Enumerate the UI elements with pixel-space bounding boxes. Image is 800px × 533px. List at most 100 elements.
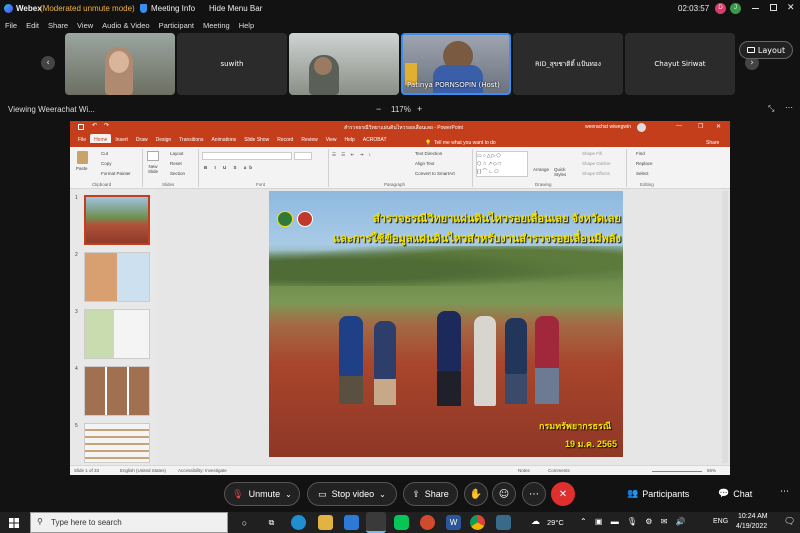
select-button[interactable]: Select xyxy=(636,171,649,176)
align-text-button[interactable]: Align Text xyxy=(415,161,434,166)
vertical-scrollbar[interactable] xyxy=(722,191,728,463)
reactions-button[interactable]: ☺ xyxy=(492,482,516,506)
ppt-tab-acrobat[interactable]: ACROBAT xyxy=(359,134,391,143)
participant-tile[interactable] xyxy=(65,33,175,95)
more-options-button[interactable]: ⋯ xyxy=(522,482,546,506)
comments-button[interactable]: Comments xyxy=(548,468,570,473)
windows-start-icon[interactable] xyxy=(9,518,19,528)
participant-tile[interactable]: suwith xyxy=(177,33,287,95)
menu-edit[interactable]: Edit xyxy=(26,21,39,30)
current-slide[interactable]: สำรวจธรณีวิทยาแผ่นดินไหวรอยเลื่อนเลย จัง… xyxy=(269,191,623,457)
layout-button[interactable]: Layout xyxy=(739,41,793,59)
file-explorer-icon[interactable] xyxy=(318,515,333,530)
mail-icon[interactable] xyxy=(344,515,359,530)
paste-icon[interactable] xyxy=(77,151,88,164)
chrome-icon[interactable] xyxy=(470,515,485,530)
user-avatar-icon[interactable]: D xyxy=(715,3,726,14)
task-view-icon[interactable]: ⧉ xyxy=(264,515,279,530)
slide-thumbnail-3[interactable] xyxy=(84,309,150,359)
tray-icons[interactable]: ⌃ ▣ ▬ 🎙 ⚙ ✉ 🔊 xyxy=(580,517,689,526)
chevron-down-icon[interactable]: ⌄ xyxy=(379,490,386,499)
participant-tile-active-speaker[interactable]: Patinya PORNSOPIN (Host) xyxy=(401,33,511,95)
font-size-dropdown[interactable] xyxy=(294,152,312,160)
replace-button[interactable]: Replace xyxy=(636,161,653,166)
minimize-icon[interactable] xyxy=(752,8,759,9)
restore-icon[interactable] xyxy=(770,4,777,11)
chevron-down-icon[interactable]: ⌄ xyxy=(285,490,292,499)
menu-meeting[interactable]: Meeting xyxy=(203,21,230,30)
language-status[interactable]: English (United States) xyxy=(120,468,166,473)
edge-icon[interactable] xyxy=(291,515,306,530)
close-icon[interactable]: ✕ xyxy=(787,2,795,13)
share-button[interactable]: ⇪ Share xyxy=(403,482,458,506)
text-direction-button[interactable]: Text Direction xyxy=(415,151,442,156)
menu-view[interactable]: View xyxy=(77,21,93,30)
shape-outline-button[interactable]: Shape Outline xyxy=(582,161,611,166)
annotate-icon[interactable]: ⤡ xyxy=(768,104,774,114)
leave-meeting-button[interactable]: ✕ xyxy=(551,482,575,506)
redo-icon[interactable]: ↷ xyxy=(104,122,109,129)
weather-temperature[interactable]: 29°C xyxy=(547,518,564,527)
word-icon[interactable]: W xyxy=(446,515,461,530)
slide-thumbnail-5[interactable] xyxy=(84,423,150,463)
user-avatar-icon[interactable]: J xyxy=(730,3,741,14)
ppt-tab-record[interactable]: Record xyxy=(273,134,297,143)
layout-dropdown[interactable]: Layout xyxy=(170,151,184,156)
webex-taskbar-icon[interactable] xyxy=(366,512,386,533)
shape-fill-button[interactable]: Shape Fill xyxy=(582,151,602,156)
slide-editor[interactable]: สำรวจธรณีวิทยาแผ่นดินไหวรอยเลื่อนเลย จัง… xyxy=(156,189,730,465)
menu-help[interactable]: Help xyxy=(239,21,254,30)
slide-thumbnail-4[interactable] xyxy=(84,366,150,416)
paste-button[interactable]: Paste xyxy=(76,166,88,171)
stop-video-button[interactable]: ▭ Stop video ⌄ xyxy=(307,482,397,506)
ppt-tab-view[interactable]: View xyxy=(322,134,341,143)
ppt-close-icon[interactable]: ✕ xyxy=(716,123,721,130)
ppt-tab-review[interactable]: Review xyxy=(297,134,321,143)
chrome-profile-icon[interactable] xyxy=(420,515,435,530)
shape-effects-button[interactable]: Shape Effects xyxy=(582,171,610,176)
undo-icon[interactable]: ↶ xyxy=(92,122,97,129)
participants-button[interactable]: 👥 Participants xyxy=(627,488,689,499)
reset-button[interactable]: Reset xyxy=(170,161,182,166)
zoom-slider[interactable] xyxy=(652,471,702,472)
menu-share[interactable]: Share xyxy=(48,21,68,30)
cortana-icon[interactable]: ○ xyxy=(237,515,252,530)
previous-participants-button[interactable]: ‹ xyxy=(41,56,55,70)
participant-tile[interactable] xyxy=(289,33,399,95)
input-language[interactable]: ENG xyxy=(713,518,728,525)
line-app-icon[interactable] xyxy=(394,515,409,530)
ppt-tab-draw[interactable]: Draw xyxy=(132,134,152,143)
slide-thumbnail-2[interactable] xyxy=(84,252,150,302)
save-icon[interactable] xyxy=(78,124,84,130)
quick-styles-button[interactable]: Quick Styles xyxy=(554,167,570,177)
menu-participant[interactable]: Participant xyxy=(159,21,194,30)
taskbar-search-box[interactable]: ⚲ Type here to search xyxy=(30,512,228,533)
ppt-share-button[interactable]: Share xyxy=(702,137,723,146)
font-name-dropdown[interactable] xyxy=(202,152,292,160)
ppt-tab-help[interactable]: Help xyxy=(340,134,358,143)
more-panels-icon[interactable]: ⋯ xyxy=(780,487,789,497)
menu-file[interactable]: File xyxy=(5,21,17,30)
convert-smartart-button[interactable]: Convert to SmartArt xyxy=(415,171,455,176)
new-slide-button[interactable]: New Slide xyxy=(146,164,160,174)
ppt-tab-home[interactable]: Home xyxy=(90,134,112,143)
zoom-in-button[interactable]: + xyxy=(417,104,422,114)
arrange-button[interactable]: Arrange xyxy=(533,167,549,172)
tell-me-search[interactable]: Tell me what you want to do xyxy=(430,137,500,146)
participant-tile[interactable]: Chayut Siriwat xyxy=(625,33,735,95)
ppt-minimize-icon[interactable]: — xyxy=(676,123,682,129)
hide-menu-bar-button[interactable]: Hide Menu Bar xyxy=(209,4,262,13)
shapes-gallery[interactable]: ▭○△▷⬠ ⬡☆↗◇□ {}⌒∟⎔ xyxy=(476,151,528,177)
app-icon[interactable] xyxy=(496,515,511,530)
ppt-tab-animations[interactable]: Animations xyxy=(207,134,240,143)
section-dropdown[interactable]: Section xyxy=(170,171,185,176)
copy-button[interactable]: Copy xyxy=(101,161,112,166)
slide-thumbnail-1[interactable] xyxy=(84,195,150,245)
ppt-restore-icon[interactable]: ❐ xyxy=(698,123,703,130)
ppt-tab-slide-show[interactable]: Slide Show xyxy=(240,134,273,143)
shared-screen[interactable]: ↶ ↷ สำรวจธรณีวิทยาแผ่นดินไหวรอยเลื่อนเลย… xyxy=(70,121,730,475)
raise-hand-button[interactable]: ✋ xyxy=(464,482,488,506)
chat-button[interactable]: 💬 Chat xyxy=(718,488,752,499)
clock-time[interactable]: 10:24 AM xyxy=(738,513,768,520)
find-button[interactable]: Find xyxy=(636,151,645,156)
